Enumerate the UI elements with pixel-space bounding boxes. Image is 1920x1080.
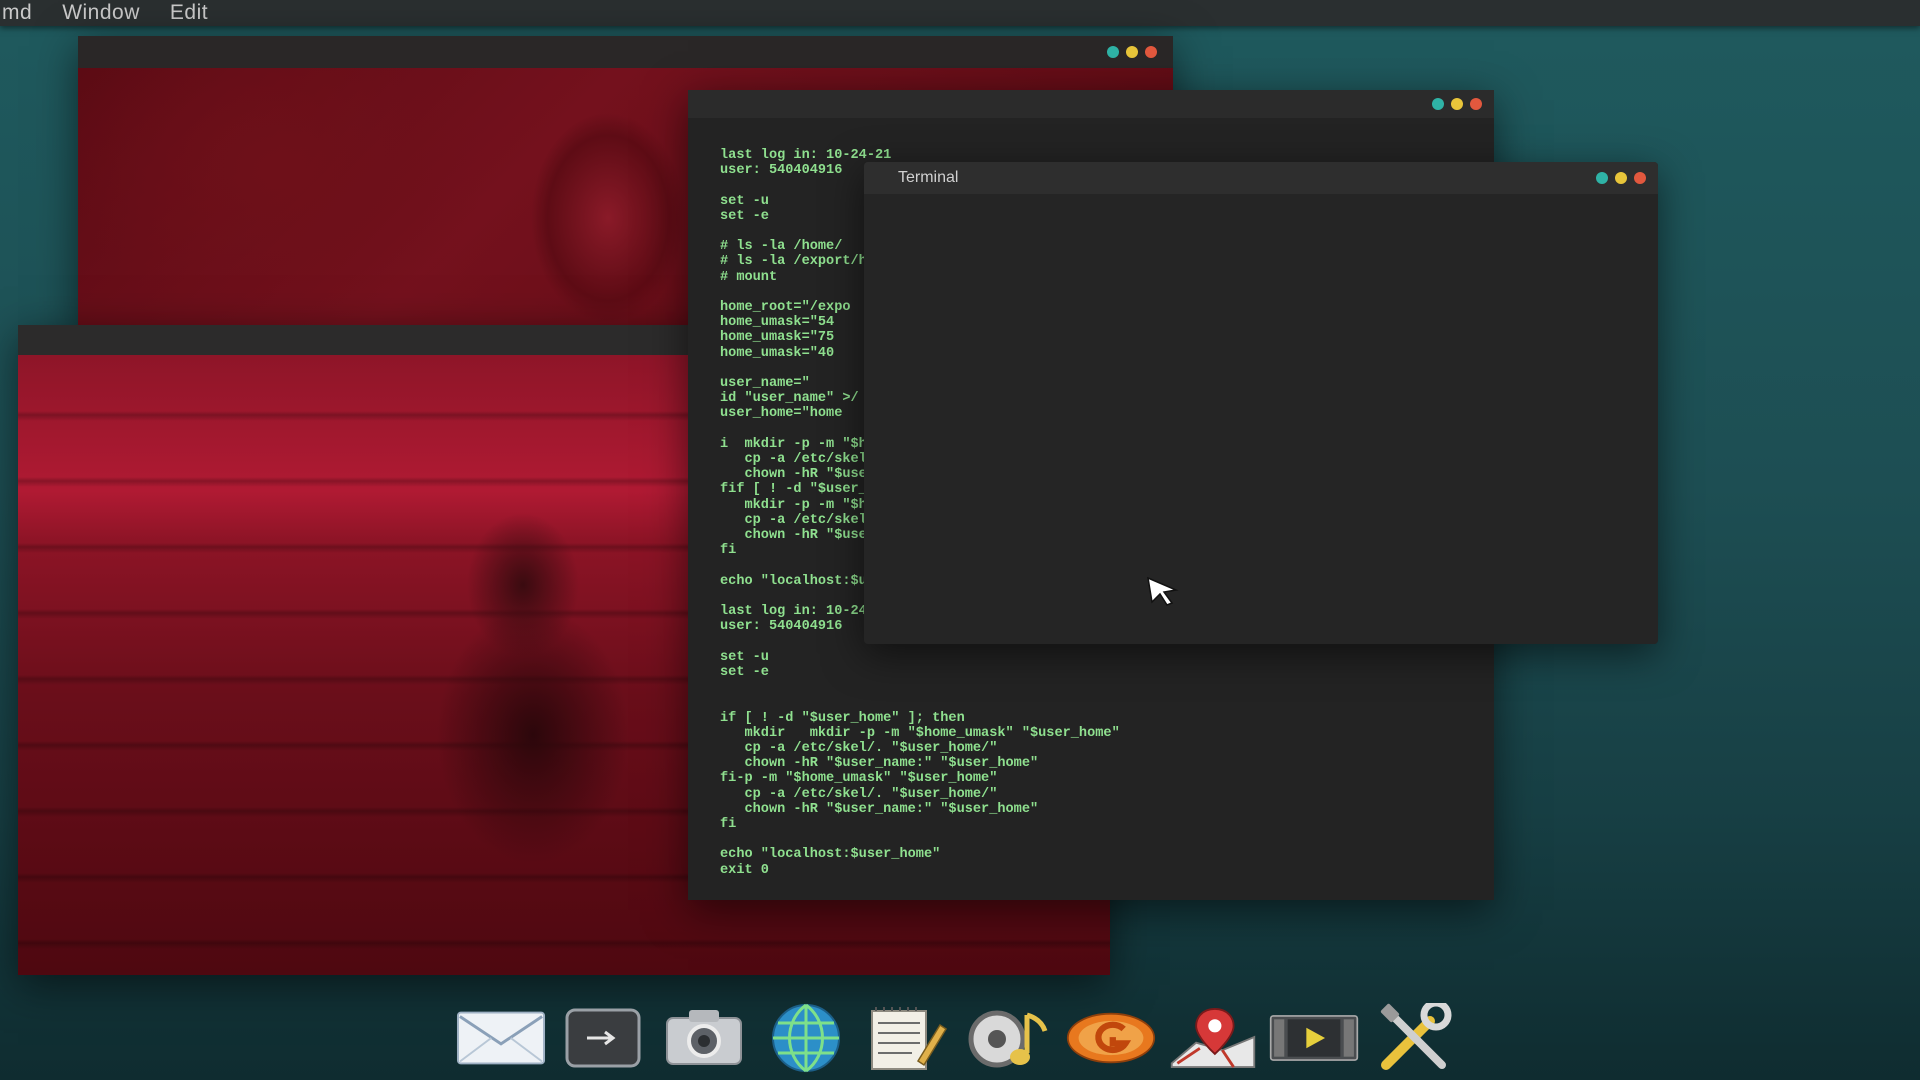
code-line: exit 0: [720, 862, 769, 878]
minimize-button[interactable]: [1126, 46, 1138, 58]
menu-item-window[interactable]: Window: [62, 1, 140, 25]
mail-icon[interactable]: [456, 1000, 546, 1076]
code-line: echo "localhost:$user_home": [720, 847, 941, 863]
window-controls: [1596, 172, 1646, 184]
code-line: cp -a /etc/skel/. "$user_home/": [720, 740, 998, 756]
zoom-button[interactable]: [1596, 172, 1608, 184]
g-app-icon[interactable]: [1066, 1000, 1156, 1076]
code-line: chown -hR "$user_name:" "$user_home": [720, 801, 1039, 817]
map-pin-icon[interactable]: [1168, 1000, 1258, 1076]
terminal-window[interactable]: Terminal: [864, 162, 1658, 644]
terminal-title: Terminal: [898, 169, 959, 186]
code-line: fi: [720, 816, 737, 832]
code-line: set -e: [720, 664, 769, 680]
video-player-icon[interactable]: [1269, 1000, 1359, 1076]
code-line: mkdir mkdir -p -m "$home_umask" "$user_h…: [720, 725, 1120, 741]
music-icon[interactable]: [964, 1000, 1054, 1076]
terminal-body[interactable]: [864, 194, 1658, 644]
code-line: chown -hR "$user_name:" "$user_home": [720, 756, 1039, 772]
code-line: if [ ! -d "$user_home" ]; then: [720, 710, 965, 726]
mouse-cursor-icon: [1147, 576, 1179, 606]
tools-icon[interactable]: [1371, 1000, 1461, 1076]
code-line: last log in: 10-24-21: [720, 148, 892, 163]
code-line: cp -a /etc/skel/. "$user_home/": [720, 786, 998, 802]
menu-bar: md Window Edit: [0, 0, 1920, 26]
menu-item-app[interactable]: md: [2, 1, 32, 25]
camera-icon[interactable]: [659, 1000, 749, 1076]
close-button[interactable]: [1634, 172, 1646, 184]
notepad-icon[interactable]: [863, 1000, 953, 1076]
code-line: fi-p -m "$home_umask" "$user_home": [720, 771, 998, 787]
code-line: set -u: [720, 649, 769, 665]
video-window-top-titlebar[interactable]: [78, 36, 1173, 68]
window-controls: [1107, 46, 1157, 58]
zoom-button[interactable]: [1432, 98, 1444, 110]
minimize-button[interactable]: [1451, 98, 1463, 110]
minimize-button[interactable]: [1615, 172, 1627, 184]
terminal-icon[interactable]: [558, 1000, 648, 1076]
close-button[interactable]: [1470, 98, 1482, 110]
close-button[interactable]: [1145, 46, 1157, 58]
code-terminal-titlebar[interactable]: [688, 90, 1494, 118]
terminal-titlebar[interactable]: Terminal: [864, 162, 1658, 194]
zoom-button[interactable]: [1107, 46, 1119, 58]
globe-icon[interactable]: [761, 1000, 851, 1076]
dock: [456, 998, 1461, 1078]
menu-item-edit[interactable]: Edit: [170, 1, 208, 25]
window-controls: [1432, 98, 1482, 110]
